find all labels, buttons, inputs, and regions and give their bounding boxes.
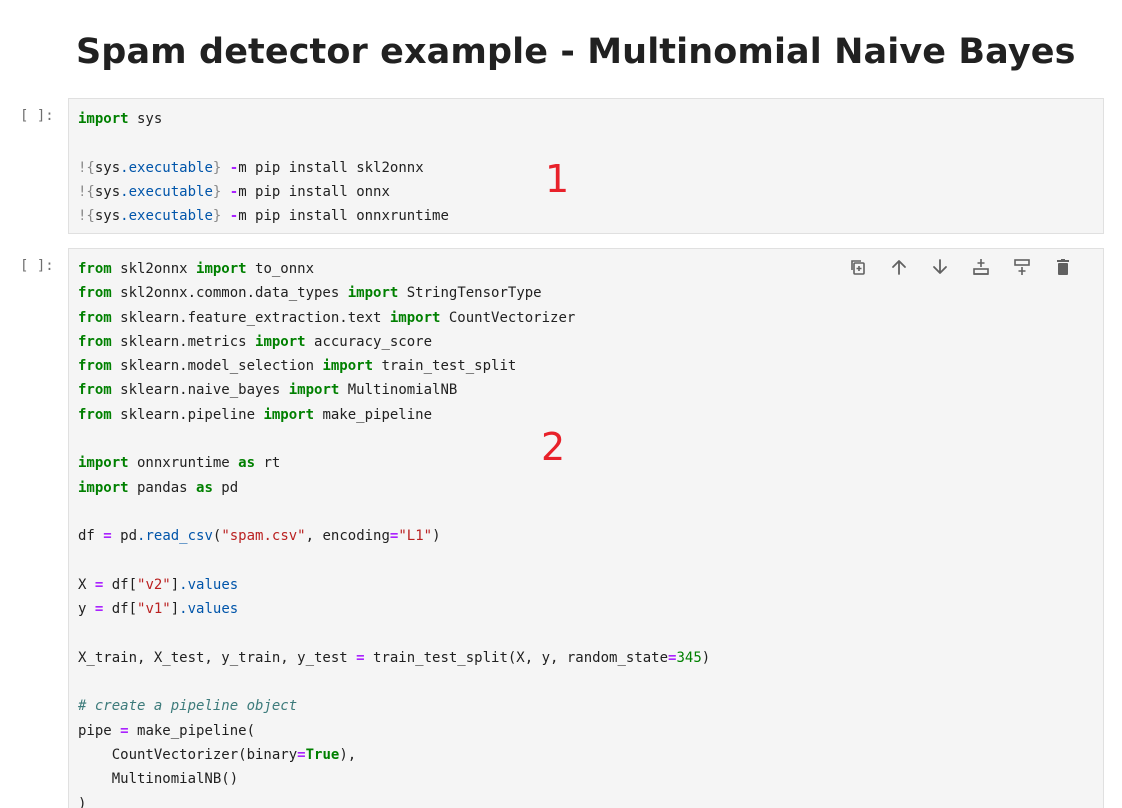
- cell-toolbar: [842, 257, 1079, 281]
- code-line: import pandas as pd: [78, 479, 239, 496]
- code-line: MultinomialNB(): [78, 771, 239, 788]
- code-line: X = df["v2"].values: [78, 576, 239, 593]
- cell-prompt: [ ]:: [20, 108, 54, 124]
- delete-cell-button[interactable]: [1047, 257, 1079, 281]
- code-cell-1: [ ]: import sys !{sys.executable} -m pip …: [0, 98, 1122, 235]
- delete-cell-icon: [1053, 257, 1073, 282]
- insert-above-button[interactable]: [965, 257, 997, 281]
- code-line: from sklearn.feature_extraction.text imp…: [78, 309, 576, 326]
- code-line: pipe = make_pipeline(: [78, 722, 256, 739]
- code-editor[interactable]: from skl2onnx import to_onnxfrom skl2onn…: [68, 248, 1104, 808]
- insert-below-button[interactable]: [1006, 257, 1038, 281]
- move-up-button[interactable]: [883, 257, 915, 281]
- move-down-button[interactable]: [924, 257, 956, 281]
- notebook-heading: Spam detector example - Multinomial Naiv…: [76, 32, 1076, 72]
- duplicate-cell-button[interactable]: [842, 257, 874, 281]
- code-line: from sklearn.naive_bayes import Multinom…: [78, 382, 458, 399]
- code-line: X_train, X_test, y_train, y_test = train…: [78, 649, 711, 666]
- code-editor[interactable]: import sys !{sys.executable} -m pip insta…: [68, 98, 1104, 234]
- move-down-icon: [930, 257, 950, 282]
- code-line: from sklearn.metrics import accuracy_sco…: [78, 333, 433, 350]
- annotation-label: 2: [541, 425, 566, 469]
- code-line: !{sys.executable} -m pip install onnx: [78, 183, 390, 200]
- move-up-icon: [889, 257, 909, 282]
- code-line: import onnxruntime as rt: [78, 455, 281, 472]
- code-line: ): [78, 795, 87, 808]
- annotation-label: 1: [545, 157, 570, 201]
- cell-prompt: [ ]:: [20, 258, 54, 274]
- duplicate-cell-icon: [848, 257, 868, 282]
- code-line: from skl2onnx.common.data_types import S…: [78, 285, 542, 302]
- code-line: !{sys.executable} -m pip install skl2onn…: [78, 159, 424, 176]
- code-content: import sys !{sys.executable} -m pip insta…: [78, 107, 449, 228]
- code-line: # create a pipeline object: [78, 698, 298, 715]
- insert-above-icon: [971, 257, 991, 282]
- code-cell-2: [ ]: from skl2onnx import to_onnx from sk…: [0, 248, 1122, 808]
- code-line: CountVectorizer(binary=True),: [78, 746, 357, 763]
- code-line: from skl2onnx import to_onnx: [78, 261, 315, 277]
- code-line: !{sys.executable} -m pip install onnxrun…: [78, 208, 449, 225]
- code-line: df = pd.read_csv("spam.csv", encoding="L…: [78, 528, 441, 545]
- code-line: y = df["v1"].values: [78, 601, 239, 618]
- code-line: from sklearn.pipeline import make_pipeli…: [78, 406, 433, 423]
- code-line: from sklearn.model_selection import trai…: [78, 358, 517, 375]
- insert-below-icon: [1012, 257, 1032, 282]
- code-content: from skl2onnx import to_onnxfrom skl2onn…: [78, 257, 710, 808]
- code-line: import sys: [78, 111, 163, 127]
